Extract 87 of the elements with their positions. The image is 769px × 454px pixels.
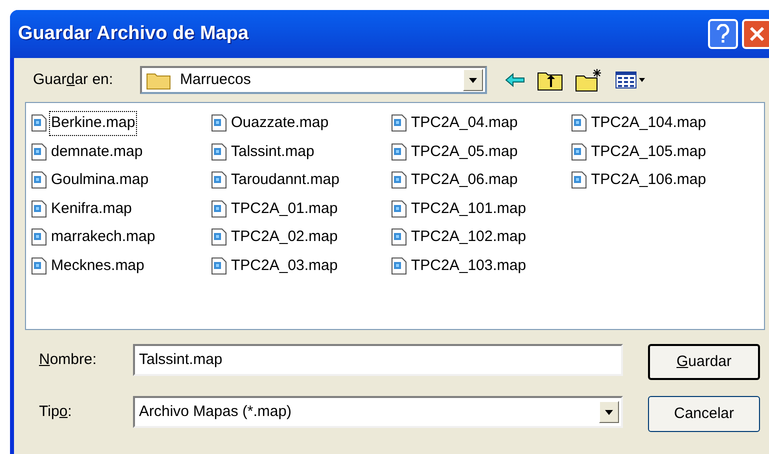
dialog-button[interactable]: Guardar xyxy=(648,344,760,380)
map-file-icon xyxy=(211,114,227,132)
file-name: Taroudannt.map xyxy=(230,170,340,190)
file-item[interactable]: Berkine.map xyxy=(31,109,211,138)
file-name: TPC2A_06.map xyxy=(410,170,519,190)
file-item[interactable]: TPC2A_02.map xyxy=(211,223,391,252)
map-file-icon xyxy=(211,142,227,161)
file-name: TPC2A_101.map xyxy=(410,198,528,218)
map-file-icon xyxy=(391,200,407,218)
help-button[interactable] xyxy=(708,19,738,49)
map-file-icon xyxy=(391,142,407,161)
caret-icon xyxy=(639,78,645,82)
file-item[interactable]: TPC2A_103.map xyxy=(391,252,571,280)
dropdown-button[interactable] xyxy=(463,69,483,91)
file-name: TPC2A_106.map xyxy=(590,170,708,190)
file-item[interactable]: TPC2A_106.map xyxy=(571,166,751,194)
map-file-icon xyxy=(391,228,407,246)
dialog-button[interactable]: Cancelar xyxy=(648,396,760,432)
file-name: Mecknes.map xyxy=(50,256,146,276)
folder-name: Marruecos xyxy=(180,70,252,90)
map-file-icon xyxy=(391,114,407,132)
file-name: TPC2A_105.map xyxy=(590,142,708,162)
file-name: TPC2A_02.map xyxy=(230,227,339,247)
map-file-icon xyxy=(31,114,47,132)
map-file-icon xyxy=(31,142,47,161)
file-item[interactable]: TPC2A_03.map xyxy=(211,252,391,280)
file-name: Berkine.map xyxy=(50,112,136,134)
close-button[interactable] xyxy=(742,19,769,49)
map-file-icon xyxy=(211,200,227,218)
file-name: TPC2A_01.map xyxy=(230,198,339,218)
file-item[interactable]: Ouazzate.map xyxy=(211,109,391,138)
file-name: marrakech.map xyxy=(50,227,156,247)
file-item[interactable]: marrakech.map xyxy=(31,223,211,252)
name-field[interactable]: Talssint.map xyxy=(133,344,623,376)
field-label: Tipo: xyxy=(38,402,73,422)
help-icon xyxy=(716,24,730,44)
file-name: Goulmina.map xyxy=(50,170,150,190)
file-item[interactable]: TPC2A_05.map xyxy=(391,138,571,166)
map-file-icon xyxy=(211,171,227,190)
save-in-label: Guardar en: xyxy=(33,70,114,90)
file-name: TPC2A_04.map xyxy=(410,113,519,133)
view-menu-button[interactable] xyxy=(615,71,645,89)
type-dropdown[interactable]: Archivo Mapas (*.map) xyxy=(133,396,623,428)
file-item[interactable]: TPC2A_101.map xyxy=(391,194,571,223)
file-name: Kenifra.map xyxy=(50,198,133,218)
new-folder-icon[interactable] xyxy=(575,68,603,92)
file-name: TPC2A_104.map xyxy=(590,113,708,133)
file-name: demnate.map xyxy=(50,142,144,162)
dropdown-button[interactable] xyxy=(599,401,619,423)
file-name: TPC2A_103.map xyxy=(410,256,528,276)
file-item[interactable]: TPC2A_102.map xyxy=(391,223,571,252)
file-item[interactable]: Talssint.map xyxy=(211,138,391,166)
map-file-icon xyxy=(391,256,407,275)
map-file-icon xyxy=(211,256,227,275)
close-icon xyxy=(749,26,765,42)
file-item[interactable]: Goulmina.map xyxy=(31,166,211,194)
map-file-icon xyxy=(571,114,587,132)
file-item[interactable]: Kenifra.map xyxy=(31,194,211,223)
file-item[interactable]: TPC2A_105.map xyxy=(571,138,751,166)
file-name: TPC2A_102.map xyxy=(410,227,528,247)
back-arrow-icon[interactable] xyxy=(505,73,525,87)
file-name: Ouazzate.map xyxy=(230,113,330,133)
file-item[interactable]: TPC2A_06.map xyxy=(391,166,571,194)
map-file-icon xyxy=(31,228,47,246)
file-item[interactable]: demnate.map xyxy=(31,138,211,166)
field-label: Nombre: xyxy=(38,350,98,370)
map-file-icon xyxy=(31,171,47,190)
file-name: Talssint.map xyxy=(230,142,316,162)
file-item[interactable]: TPC2A_104.map xyxy=(571,109,751,138)
view-list-icon xyxy=(615,71,637,89)
map-file-icon xyxy=(31,200,47,218)
caret-icon xyxy=(469,78,477,82)
caret-icon xyxy=(605,410,613,414)
type-value: Archivo Mapas (*.map) xyxy=(139,402,293,422)
window-title: Guardar Archivo de Mapa xyxy=(18,22,250,46)
map-file-icon xyxy=(211,228,227,246)
map-file-icon xyxy=(31,256,47,275)
file-item[interactable]: Taroudannt.map xyxy=(211,166,391,194)
file-item[interactable]: TPC2A_01.map xyxy=(211,194,391,223)
file-item[interactable]: TPC2A_04.map xyxy=(391,109,571,138)
file-item[interactable]: Mecknes.map xyxy=(31,252,211,280)
folder-dropdown[interactable]: Marruecos xyxy=(140,66,487,94)
file-name: TPC2A_05.map xyxy=(410,142,519,162)
map-file-icon xyxy=(391,171,407,190)
file-name: TPC2A_03.map xyxy=(230,256,339,276)
map-file-icon xyxy=(571,142,587,161)
map-file-icon xyxy=(571,171,587,190)
